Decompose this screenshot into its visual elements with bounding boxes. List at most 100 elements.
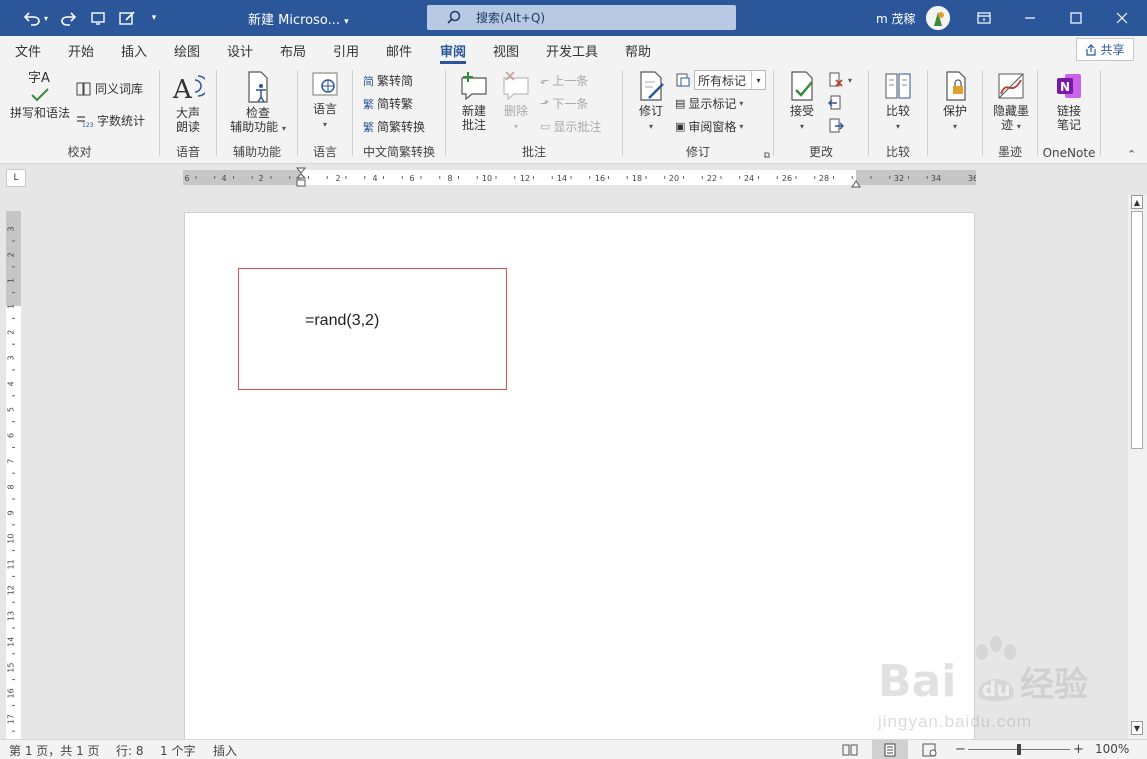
compare-label: 比较 xyxy=(885,104,910,118)
tab-view[interactable]: 视图 xyxy=(493,41,519,60)
read-aloud-button[interactable]: A 大声 朗读 xyxy=(166,70,210,134)
check-accessibility-button[interactable]: 检查 辅助功能 ▾ xyxy=(223,70,293,136)
customize-toolbar-button[interactable]: ▾ xyxy=(144,6,164,30)
formula-text[interactable]: =rand(3,2) xyxy=(305,312,379,330)
svg-text:du: du xyxy=(982,677,1011,701)
insert-mode[interactable]: 插入 xyxy=(213,742,237,759)
zoom-slider[interactable] xyxy=(968,744,1070,755)
tab-home[interactable]: 开始 xyxy=(68,41,94,60)
delete-comment-button[interactable]: 删除 ▾ xyxy=(498,70,534,134)
reviewing-pane-button[interactable]: ▣ 审阅窗格 ▾ xyxy=(675,118,743,135)
tab-help[interactable]: 帮助 xyxy=(625,41,651,60)
maximize-button[interactable] xyxy=(1053,0,1099,36)
read-aloud-icon: A xyxy=(172,75,205,104)
right-indent-marker[interactable] xyxy=(851,178,861,188)
indent-marker[interactable] xyxy=(296,167,306,191)
show-markup-button[interactable]: ▤ 显示标记 ▾ xyxy=(675,95,743,112)
to-simplified-button[interactable]: 简 繁转简 xyxy=(363,72,413,89)
tab-developer[interactable]: 开发工具 xyxy=(546,41,598,60)
edit-mode-button[interactable] xyxy=(116,6,140,30)
close-button[interactable] xyxy=(1099,0,1145,36)
previous-comment-button[interactable]: ⬐ 上一条 xyxy=(540,72,588,89)
onenote-icon: N xyxy=(1057,74,1081,98)
to-traditional-button[interactable]: 繁 简转繁 xyxy=(363,95,413,112)
horizontal-ruler[interactable]: 6 4 2 2 4 6 8 10 12 14 16 18 20 22 24 26 28 32 34 36 xyxy=(183,167,976,188)
group-label-changes: 更改 xyxy=(808,145,833,159)
ruler-tick-label: 2 xyxy=(7,252,16,257)
markup-icon xyxy=(676,73,690,87)
zoom-out-icon[interactable]: − xyxy=(955,742,966,757)
next-comment-button[interactable]: ⬏ 下一条 xyxy=(540,95,588,112)
compare-button[interactable]: 比较 ▾ xyxy=(877,70,919,134)
zoom-slider-knob[interactable] xyxy=(1017,744,1021,755)
protect-label: 保护 xyxy=(942,104,967,118)
new-comment-button[interactable]: 新建 批注 xyxy=(454,70,494,132)
redo-button[interactable] xyxy=(58,6,82,30)
avatar-image-icon xyxy=(926,6,950,30)
read-mode-icon[interactable] xyxy=(842,743,858,757)
share-button[interactable]: 共享 xyxy=(1076,38,1134,61)
language-button[interactable]: 语言 ▾ xyxy=(306,70,344,132)
text-box[interactable]: =rand(3,2) xyxy=(238,268,507,390)
previous-change-icon[interactable] xyxy=(828,95,844,111)
web-layout-icon[interactable] xyxy=(922,743,938,757)
show-comments-button[interactable]: ▭ 显示批注 xyxy=(540,118,601,135)
group-chinese-conversion: 简 繁转简 繁 简转繁 繁 简繁转换 中文简繁转换 xyxy=(353,64,445,164)
undo-dropdown[interactable]: ▾ xyxy=(40,6,52,30)
scroll-up-button[interactable]: ▲ xyxy=(1131,195,1143,209)
tab-layout[interactable]: 布局 xyxy=(280,41,306,60)
spelling-grammar-button[interactable]: 字A 拼写和语法 xyxy=(8,70,72,121)
vertical-scrollbar[interactable]: ▲ ▼ xyxy=(1128,195,1147,739)
tab-insert[interactable]: 插入 xyxy=(121,41,147,60)
document-title[interactable]: 新建 Microso... ▾ xyxy=(248,9,349,28)
tab-mailings[interactable]: 邮件 xyxy=(386,41,412,60)
touch-mode-button[interactable] xyxy=(86,6,110,30)
scroll-down-button[interactable]: ▼ xyxy=(1131,721,1143,735)
thesaurus-button[interactable]: 同义词库 xyxy=(76,80,143,97)
page-count[interactable]: 第 1 页，共 1 页 xyxy=(9,742,100,759)
check-label-2: 辅助功能 xyxy=(230,120,279,134)
accept-button[interactable]: 接受 ▾ xyxy=(782,70,822,134)
dialog-launcher-icon[interactable]: ⧉ xyxy=(764,151,770,161)
reviewing-pane-icon: ▣ xyxy=(675,120,686,133)
tab-draw[interactable]: 绘图 xyxy=(174,41,200,60)
tab-file[interactable]: 文件 xyxy=(15,41,41,60)
ruler-tick-label: 36 xyxy=(968,174,976,183)
track-changes-button[interactable]: 修订 ▾ xyxy=(631,70,671,134)
search-input[interactable]: 搜索(Alt+Q) xyxy=(427,5,736,30)
user-name[interactable]: m 茂稼 xyxy=(876,10,916,27)
ruler-tick-label: 16 xyxy=(7,688,16,698)
group-label-comments: 批注 xyxy=(521,145,546,159)
word-count-button[interactable]: 123 字数统计 xyxy=(76,112,145,129)
zoom-level[interactable]: 100% xyxy=(1095,742,1129,756)
ruler-tick-label: 8 xyxy=(7,484,16,489)
ribbon-display-options-button[interactable] xyxy=(961,0,1007,36)
document-page[interactable]: =rand(3,2) xyxy=(184,212,975,742)
minimize-button[interactable] xyxy=(1007,0,1053,36)
show-comments-label: 显示批注 xyxy=(553,120,602,134)
convert-button[interactable]: 繁 简繁转换 xyxy=(363,118,425,135)
tab-review[interactable]: 审阅 xyxy=(440,41,467,64)
markup-select[interactable]: 所有标记 ▾ xyxy=(694,70,766,90)
tab-design[interactable]: 设计 xyxy=(227,41,253,60)
tab-selector-glyph: L xyxy=(13,173,19,183)
linked-notes-button[interactable]: N 链接 笔记 xyxy=(1046,70,1092,132)
chevron-down-icon: ▾ xyxy=(739,99,744,108)
avatar[interactable] xyxy=(926,6,950,30)
tab-selector[interactable]: L xyxy=(6,169,26,187)
word-count[interactable]: 1 个字 xyxy=(160,742,195,759)
chevron-down-icon[interactable]: ▾ xyxy=(848,76,852,85)
ribbon: 字A 拼写和语法 同义词库 123 字数统计 校对 A 大声 朗读 语音 检查 … xyxy=(0,64,1147,164)
tab-references[interactable]: 引用 xyxy=(333,41,359,60)
protect-button[interactable]: 保护 ▾ xyxy=(934,70,976,134)
reject-icon[interactable] xyxy=(828,72,844,88)
vertical-ruler[interactable]: 3 2 1 1 2 3 4 5 6 7 8 9 10 11 12 13 14 15 16 17 xyxy=(6,211,21,739)
collapse-ribbon-icon[interactable]: ⌃ xyxy=(1127,148,1136,161)
ruler-tick-label: 6 xyxy=(7,433,16,438)
previous-comment-icon: ⬐ xyxy=(540,74,550,87)
hide-ink-button[interactable]: 隐藏墨 迹 ▾ xyxy=(987,70,1035,134)
scrollbar-thumb[interactable] xyxy=(1131,211,1143,449)
next-change-icon[interactable] xyxy=(828,118,844,134)
zoom-in-icon[interactable]: + xyxy=(1073,742,1084,757)
print-layout-button[interactable] xyxy=(872,740,908,759)
